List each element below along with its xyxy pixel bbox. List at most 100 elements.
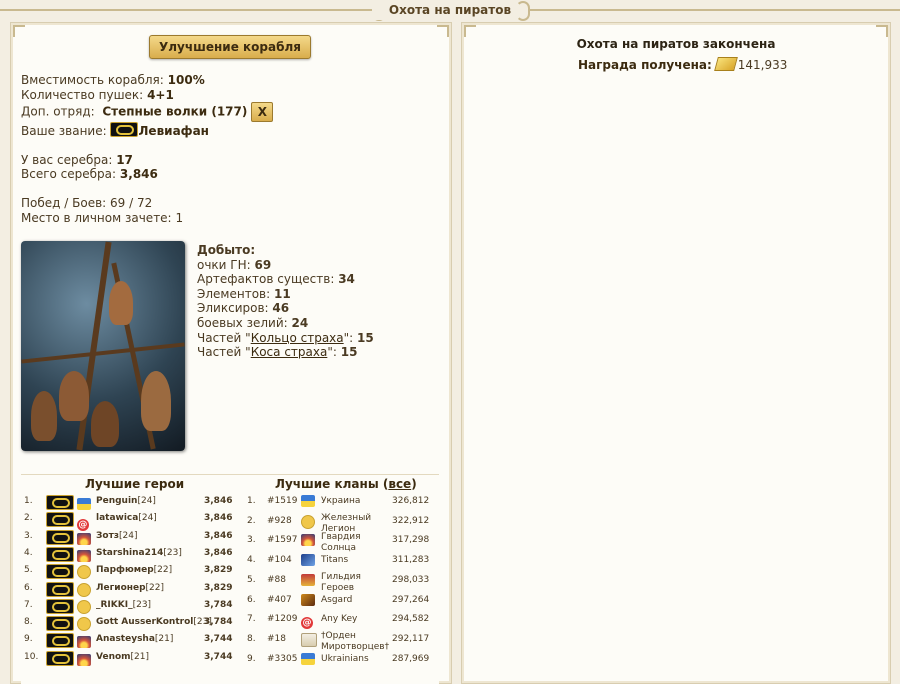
clan-id[interactable]: #1209 bbox=[267, 611, 297, 628]
panel-corner bbox=[464, 25, 476, 37]
clan-icon-wrap bbox=[301, 573, 315, 591]
hero-name[interactable]: _RIKKI_[23] bbox=[96, 597, 151, 614]
smile-icon bbox=[76, 565, 91, 580]
hero-row: 1. Penguin[24] 3,846 bbox=[24, 493, 239, 510]
titans-icon bbox=[301, 554, 315, 567]
loot-value: 11 bbox=[274, 286, 291, 301]
clan-name[interactable]: †Орден Миротворцев† bbox=[321, 631, 389, 653]
stat-value: 17 bbox=[116, 152, 133, 167]
clan-name[interactable]: Ukrainians bbox=[321, 651, 369, 668]
scythe-of-fear-link[interactable]: Коса страха bbox=[251, 345, 328, 359]
loot-label: Эликсиров: bbox=[197, 301, 269, 316]
best-clans-title: Лучшие кланы (все) bbox=[275, 477, 417, 491]
ship-stats: Вместимость корабля: 100% Количество пуш… bbox=[21, 73, 274, 225]
hero-nick[interactable]: Anasteysha bbox=[96, 634, 155, 644]
ornament-right-icon bbox=[516, 1, 530, 21]
guild-shield-icon bbox=[301, 573, 315, 586]
clan-id[interactable]: #104 bbox=[267, 552, 292, 569]
hero-rank-number: 6. bbox=[24, 582, 33, 593]
clan-name[interactable]: Any Key bbox=[321, 611, 357, 628]
hero-nick[interactable]: Парфюмер bbox=[96, 565, 154, 575]
hero-row: 10. Venom[21] 3,744 bbox=[24, 649, 239, 666]
hero-nick[interactable]: Зотз bbox=[96, 531, 119, 541]
hero-rank-number: 10. bbox=[24, 651, 39, 662]
clan-id[interactable]: #88 bbox=[267, 572, 286, 589]
clan-row: 9. #3305 Ukrainians 287,969 bbox=[247, 651, 437, 668]
loot-label: боевых зелий: bbox=[197, 315, 288, 330]
hero-rank-number: 2. bbox=[24, 513, 33, 524]
hero-score: 3,846 bbox=[204, 530, 233, 541]
rank-emblem-icon bbox=[46, 512, 74, 528]
window-title: Охота на пиратов bbox=[372, 0, 528, 20]
ring-of-fear-link[interactable]: Кольцо страха bbox=[251, 331, 344, 345]
hero-name[interactable]: latawica[24] bbox=[96, 510, 157, 527]
stat-value: 4+1 bbox=[147, 87, 174, 102]
hero-nick[interactable]: Starshina214 bbox=[96, 548, 163, 558]
hero-name[interactable]: Venom[21] bbox=[96, 649, 149, 666]
stat-label: Количество пушек: bbox=[21, 87, 144, 102]
all-clans-link[interactable]: все bbox=[388, 477, 411, 491]
rank-value: Левиафан bbox=[138, 124, 209, 139]
hero-rank-number: 3. bbox=[24, 530, 33, 541]
clan-name[interactable]: Asgard bbox=[321, 592, 352, 609]
clan-name[interactable]: Гильдия Героев bbox=[321, 572, 377, 594]
hero-rank-number: 1. bbox=[24, 496, 33, 506]
smile-icon bbox=[76, 617, 91, 632]
sunrise-icon bbox=[76, 549, 91, 562]
hero-nick[interactable]: _RIKKI_ bbox=[96, 600, 133, 610]
hero-row: 9. Anasteysha[21] 3,744 bbox=[24, 631, 239, 649]
parts-suffix: ": bbox=[343, 330, 354, 345]
hero-row: 6. Легионер[22] 3,829 bbox=[24, 580, 239, 597]
hero-nick[interactable]: Penguin bbox=[96, 496, 137, 506]
rank-emblem-icon bbox=[46, 633, 74, 649]
hero-name[interactable]: Starshina214[23] bbox=[96, 545, 182, 562]
clan-score: 326,812 bbox=[392, 496, 430, 506]
clan-score: 287,969 bbox=[392, 653, 430, 664]
hero-row: 8. Gott AusserKontrol[23] 3,784 bbox=[24, 614, 239, 632]
best-heroes-title: Лучшие герои bbox=[85, 477, 185, 491]
clan-id[interactable]: #928 bbox=[267, 513, 292, 530]
stat-value: 100% bbox=[167, 73, 205, 87]
hunt-result-panel: Охота на пиратов закончена Награда получ… bbox=[461, 22, 891, 684]
clan-name[interactable]: Железный Легион bbox=[321, 513, 377, 535]
hero-nick[interactable]: Легионер bbox=[96, 583, 146, 593]
stat-label: Место в личном зачете: bbox=[21, 210, 172, 225]
upgrade-ship-button[interactable]: Улучшение корабля bbox=[149, 35, 311, 59]
clan-id[interactable]: #3305 bbox=[267, 651, 297, 668]
clan-row: 8. #18 †Орден Миротворцев† 292,117 bbox=[247, 631, 437, 652]
loot-parts: Частей "Кольцо страха": 15 bbox=[197, 331, 374, 346]
smile-icon bbox=[76, 599, 91, 614]
at-icon: @ bbox=[301, 617, 313, 630]
hero-rank-number: 8. bbox=[24, 617, 33, 628]
asgard-icon bbox=[301, 593, 315, 606]
hero-name[interactable]: Парфюмер[22] bbox=[96, 562, 172, 579]
clan-name[interactable]: Украина bbox=[321, 493, 360, 510]
clan-name[interactable]: Titans bbox=[321, 552, 348, 569]
hero-level: [24] bbox=[138, 513, 157, 524]
hero-score: 3,784 bbox=[204, 599, 233, 610]
clan-id[interactable]: #1597 bbox=[267, 532, 297, 549]
clan-score: 322,912 bbox=[392, 515, 430, 526]
stat-value: 69 / 72 bbox=[110, 195, 153, 210]
hero-nick[interactable]: Gott AusserKontrol bbox=[96, 617, 193, 627]
clan-score: 311,283 bbox=[392, 555, 430, 566]
rank-emblem-icon bbox=[46, 529, 74, 545]
clan-icon-wrap bbox=[301, 593, 315, 611]
clan-id[interactable]: #407 bbox=[267, 592, 292, 609]
panel-corner bbox=[876, 25, 888, 37]
reward-line: Награда получена: 141,933 bbox=[578, 57, 787, 72]
clan-id[interactable]: #1519 bbox=[267, 493, 297, 510]
hero-name[interactable]: Легионер[22] bbox=[96, 580, 164, 597]
hero-name[interactable]: Gott AusserKontrol[23] bbox=[96, 614, 212, 631]
hero-nick[interactable]: Venom bbox=[96, 652, 131, 662]
hero-name[interactable]: Anasteysha[21] bbox=[96, 631, 173, 648]
hero-name[interactable]: Penguin[24] bbox=[96, 493, 156, 510]
clan-id[interactable]: #18 bbox=[267, 631, 286, 648]
hero-name[interactable]: Зотз[24] bbox=[96, 528, 138, 545]
remove-squad-button[interactable]: X bbox=[251, 102, 274, 123]
clan-rank-number: 8. bbox=[247, 633, 256, 644]
hero-nick[interactable]: latawica bbox=[96, 513, 138, 523]
clan-name[interactable]: Гвардия Солнца bbox=[321, 532, 377, 554]
clan-rank-number: 1. bbox=[247, 496, 256, 506]
loot-item: Эликсиров: 46 bbox=[197, 301, 374, 316]
